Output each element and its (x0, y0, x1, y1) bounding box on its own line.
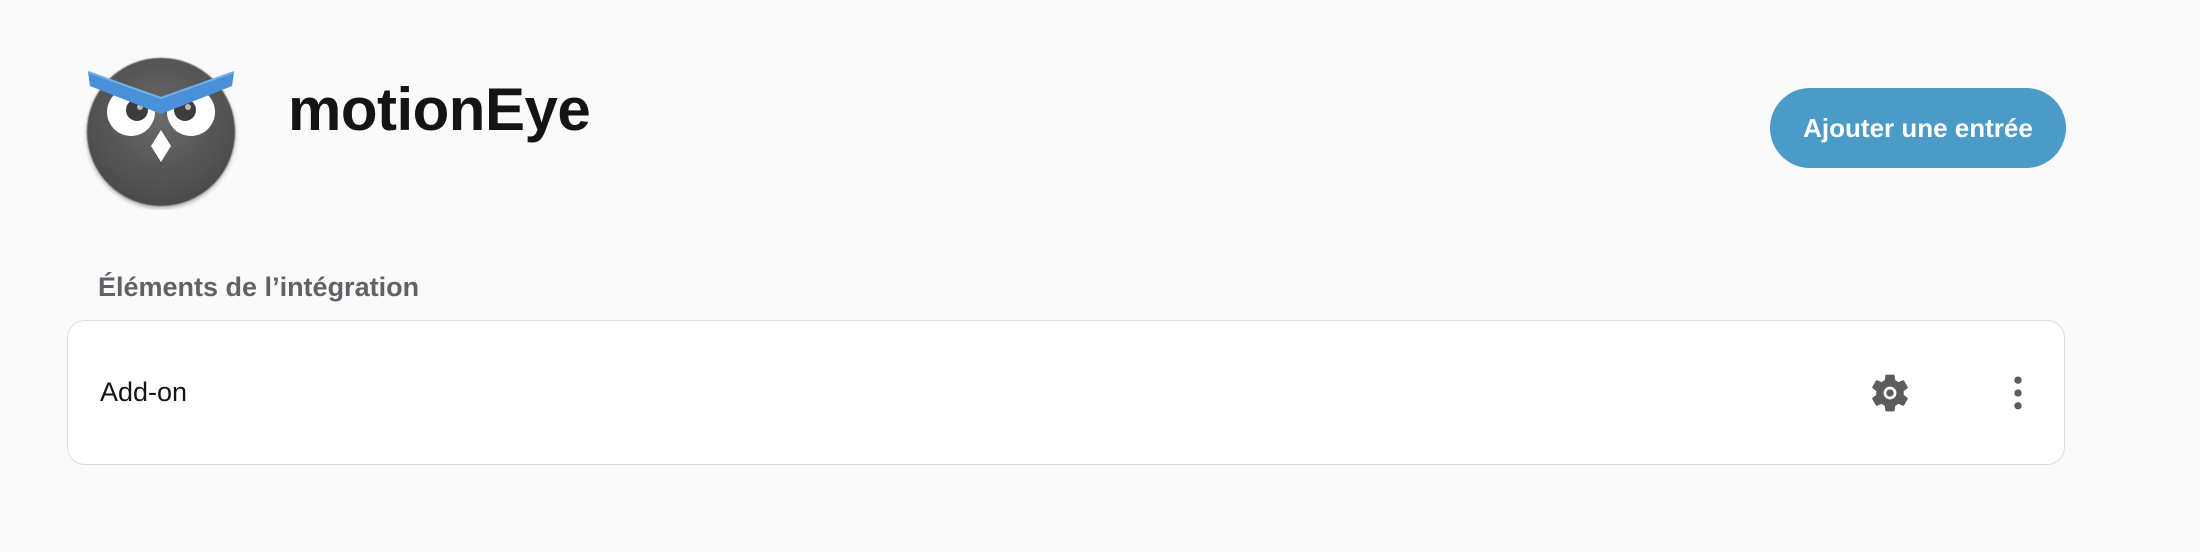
section-title: Éléments de l’intégration (98, 272, 420, 302)
entry-settings-button[interactable] (1854, 357, 1926, 429)
entry-label: Add-on (100, 377, 188, 407)
integration-entry-card: Add-on (67, 320, 2065, 465)
page-title: motionEye (288, 76, 591, 143)
motioneye-logo (82, 50, 240, 210)
more-vertical-icon (2014, 376, 2022, 410)
gear-icon (1872, 374, 1908, 412)
owl-logo-icon (86, 57, 236, 207)
add-entry-button[interactable]: Ajouter une entrée (1770, 88, 2066, 168)
entry-more-menu-button[interactable] (1982, 357, 2054, 429)
